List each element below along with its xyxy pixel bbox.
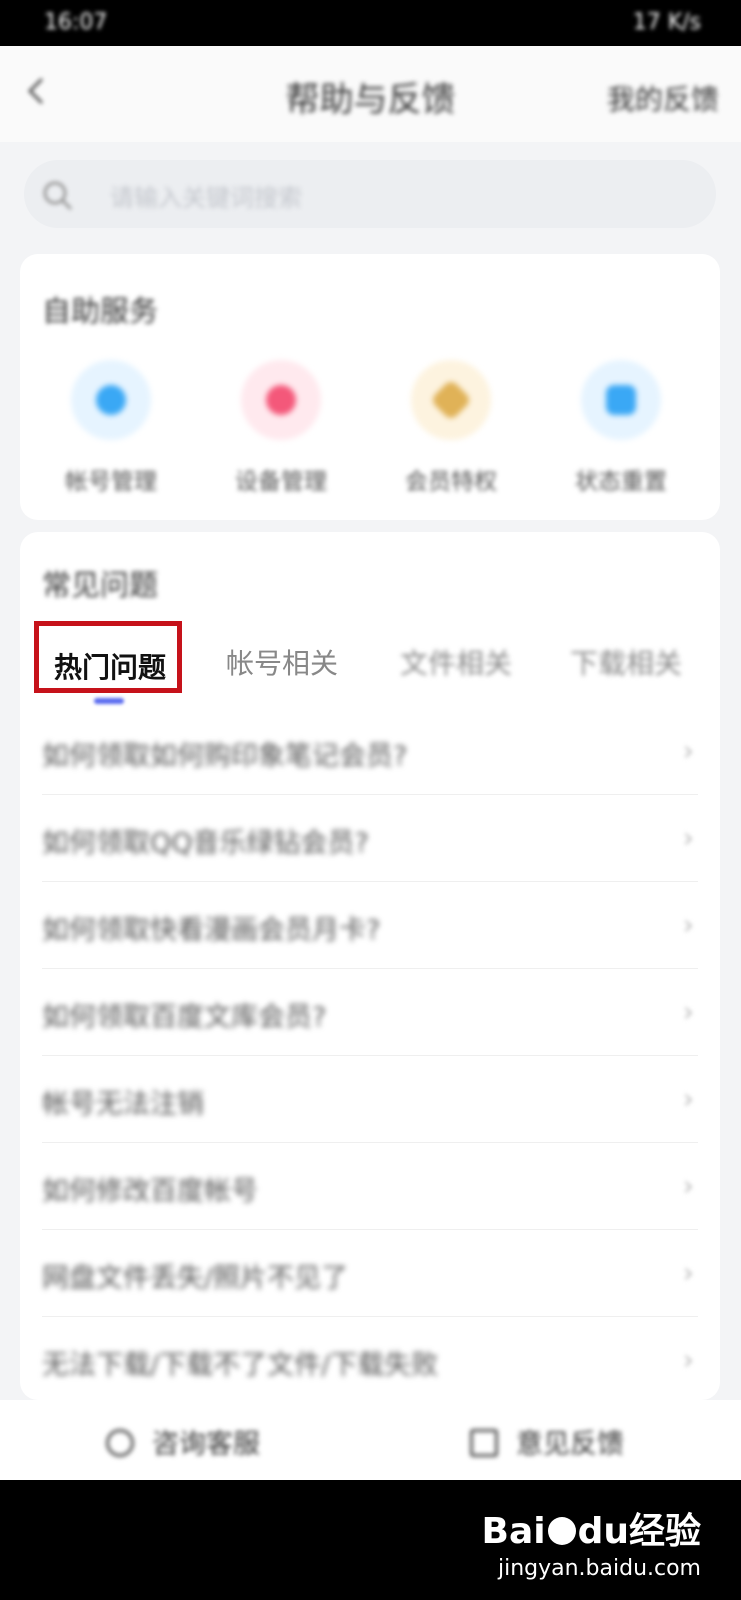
service-label: 设备管理 <box>235 469 327 495</box>
self-service-title: 自助服务 <box>42 294 159 328</box>
search-bar[interactable]: 请输入关键词搜索 <box>24 160 716 228</box>
chevron-right-icon: › <box>682 1256 694 1289</box>
faq-item[interactable]: 网盘文件丢失/照片不见了 › <box>42 1230 698 1317</box>
faq-question: 如何领取QQ音乐绿钻会员? <box>42 828 369 859</box>
my-feedback-link[interactable]: 我的反馈 <box>607 78 719 118</box>
baidu-paw-icon <box>547 1517 576 1545</box>
faq-question: 无法下载/下载不了文件/下载失败 <box>42 1350 439 1381</box>
service-label: 会员特权 <box>405 469 497 495</box>
status-indicators: 17 K/s <box>632 10 701 35</box>
faq-card: 常见问题 热门问题 帐号相关 文件相关 下载相关 如何领取如何购印象笔记会员? … <box>20 532 720 1404</box>
chevron-right-icon: › <box>682 1169 694 1202</box>
bottom-black-band: Bai du经验 jingyan.baidu.com <box>0 1480 741 1600</box>
service-label: 状态重置 <box>575 469 667 495</box>
search-input[interactable]: 请输入关键词搜索 <box>110 178 302 213</box>
service-account[interactable]: 帐号管理 <box>26 360 196 496</box>
faq-question: 如何领取百度文库会员? <box>42 1002 327 1033</box>
faq-item[interactable]: 如何修改百度帐号 › <box>42 1143 698 1230</box>
chevron-right-icon: › <box>682 734 694 767</box>
tab-hot-questions[interactable]: 热门问题 <box>54 646 166 686</box>
edit-icon <box>470 1429 498 1457</box>
faq-item[interactable]: 如何领取如何购印象笔记会员? › <box>42 708 698 795</box>
service-reset[interactable]: 状态重置 <box>536 360 706 496</box>
search-icon <box>43 181 73 211</box>
faq-question: 如何领取如何购印象笔记会员? <box>42 741 408 772</box>
tab-account[interactable]: 帐号相关 <box>226 642 338 682</box>
feedback-button[interactable]: 意见反馈 <box>470 1422 624 1461</box>
chevron-right-icon: › <box>682 908 694 941</box>
device-icon <box>241 360 321 440</box>
user-icon <box>71 360 151 440</box>
nav-bar: 帮助与反馈 我的反馈 <box>0 46 741 142</box>
refresh-icon <box>581 360 661 440</box>
faq-item[interactable]: 如何领取QQ音乐绿钻会员? › <box>42 795 698 882</box>
chevron-right-icon: › <box>682 995 694 1028</box>
faq-item[interactable]: 无法下载/下载不了文件/下载失败 › <box>42 1317 698 1404</box>
tab-download[interactable]: 下载相关 <box>570 642 682 682</box>
status-bar: 16:07 17 K/s <box>0 0 741 46</box>
headset-icon <box>106 1429 134 1457</box>
watermark-url: jingyan.baidu.com <box>497 1556 701 1581</box>
service-label: 帐号管理 <box>65 469 157 495</box>
status-time: 16:07 <box>44 10 108 35</box>
feedback-label: 意见反馈 <box>516 1429 624 1460</box>
service-device[interactable]: 设备管理 <box>196 360 366 496</box>
chevron-right-icon: › <box>682 821 694 854</box>
faq-question: 网盘文件丢失/照片不见了 <box>42 1263 349 1294</box>
chevron-right-icon: › <box>682 1343 694 1376</box>
baidu-jingyan-watermark: Bai du经验 jingyan.baidu.com <box>481 1511 702 1581</box>
service-vip[interactable]: 会员特权 <box>366 360 536 496</box>
contact-support-button[interactable]: 咨询客服 <box>106 1422 260 1461</box>
contact-support-label: 咨询客服 <box>152 1429 260 1460</box>
active-tab-indicator <box>94 698 124 704</box>
faq-question: 帐号无法注销 <box>42 1089 204 1120</box>
faq-question: 如何领取快看漫画会员月卡? <box>42 915 381 946</box>
tab-files[interactable]: 文件相关 <box>400 642 512 682</box>
faq-title: 常见问题 <box>42 568 159 602</box>
faq-tabs: 热门问题 帐号相关 文件相关 下载相关 <box>20 620 720 708</box>
self-service-card: 自助服务 帐号管理 设备管理 会员特权 状态重置 <box>20 254 720 520</box>
bottom-action-bar: 咨询客服 意见反馈 <box>0 1400 741 1480</box>
faq-list: 如何领取如何购印象笔记会员? › 如何领取QQ音乐绿钻会员? › 如何领取快看漫… <box>20 708 720 1404</box>
vip-diamond-icon <box>411 360 491 440</box>
chevron-right-icon: › <box>682 1082 694 1115</box>
faq-item[interactable]: 如何领取快看漫画会员月卡? › <box>42 882 698 969</box>
faq-item[interactable]: 如何领取百度文库会员? › <box>42 969 698 1056</box>
faq-question: 如何修改百度帐号 <box>42 1176 258 1207</box>
faq-item[interactable]: 帐号无法注销 › <box>42 1056 698 1143</box>
